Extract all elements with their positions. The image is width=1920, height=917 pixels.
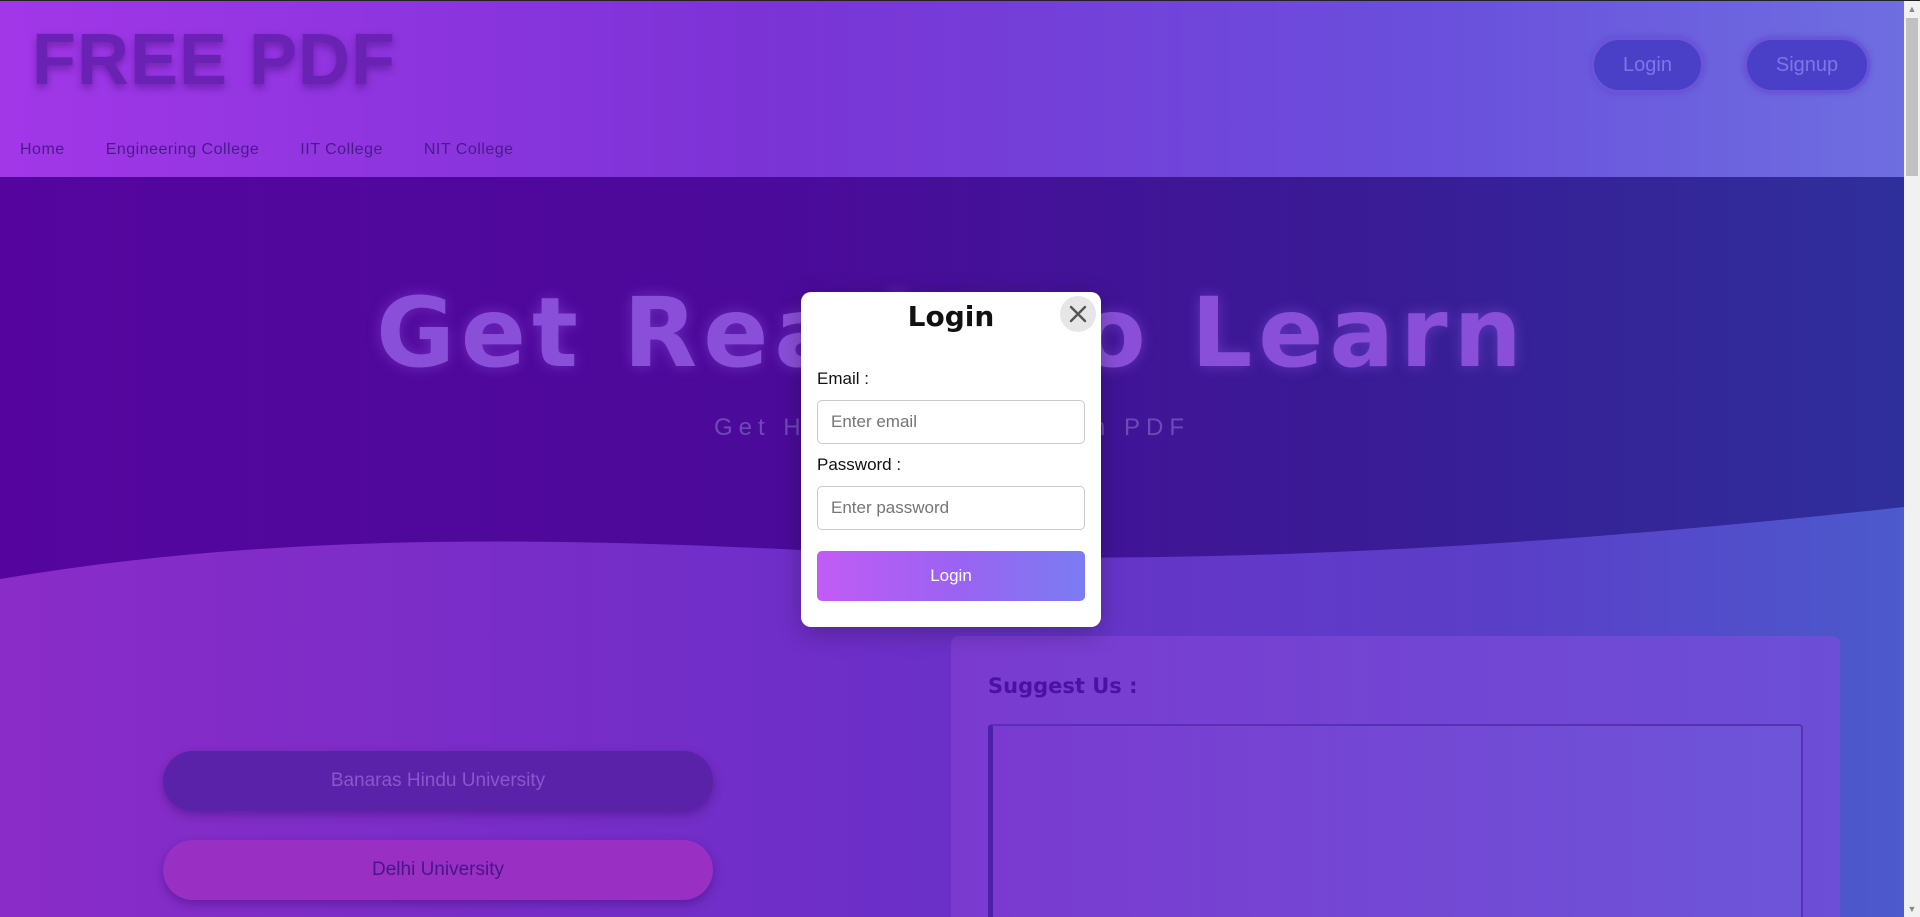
nav-item-engineering-college[interactable]: Engineering College <box>106 141 260 159</box>
suggest-card: Suggest Us : <box>951 636 1840 917</box>
university-button-du[interactable]: Delhi University <box>163 840 713 900</box>
site-header: FREE PDF Login Signup Home Engineering C… <box>0 1 1904 177</box>
header-login-button[interactable]: Login <box>1591 37 1704 93</box>
site-logo[interactable]: FREE PDF <box>32 19 396 101</box>
page-scrollbar[interactable]: ▲ ▼ <box>1904 1 1920 917</box>
suggest-textarea[interactable] <box>988 724 1803 917</box>
nav-item-iit-college[interactable]: IIT College <box>300 141 383 159</box>
header-signup-button[interactable]: Signup <box>1744 37 1870 93</box>
modal-title: Login <box>907 300 995 333</box>
email-field[interactable] <box>817 400 1085 444</box>
scroll-down-arrow-icon[interactable]: ▼ <box>1904 901 1920 917</box>
login-submit-button[interactable]: Login <box>817 551 1085 601</box>
nav-item-home[interactable]: Home <box>20 141 65 159</box>
scrollbar-thumb[interactable] <box>1906 18 1918 176</box>
email-label: Email : <box>817 369 869 388</box>
password-label: Password : <box>817 455 902 474</box>
scroll-up-arrow-icon[interactable]: ▲ <box>1904 1 1920 17</box>
university-button-bhu[interactable]: Banaras Hindu University <box>163 751 713 811</box>
nav-item-nit-college[interactable]: NIT College <box>424 141 514 159</box>
login-modal: Login Email : Password : Login <box>801 292 1101 627</box>
suggest-title: Suggest Us : <box>988 674 1138 698</box>
close-icon[interactable] <box>1060 296 1096 332</box>
password-field[interactable] <box>817 486 1085 530</box>
main-nav: Home Engineering College IIT College NIT… <box>20 141 514 159</box>
window-top-border <box>0 0 1920 1</box>
